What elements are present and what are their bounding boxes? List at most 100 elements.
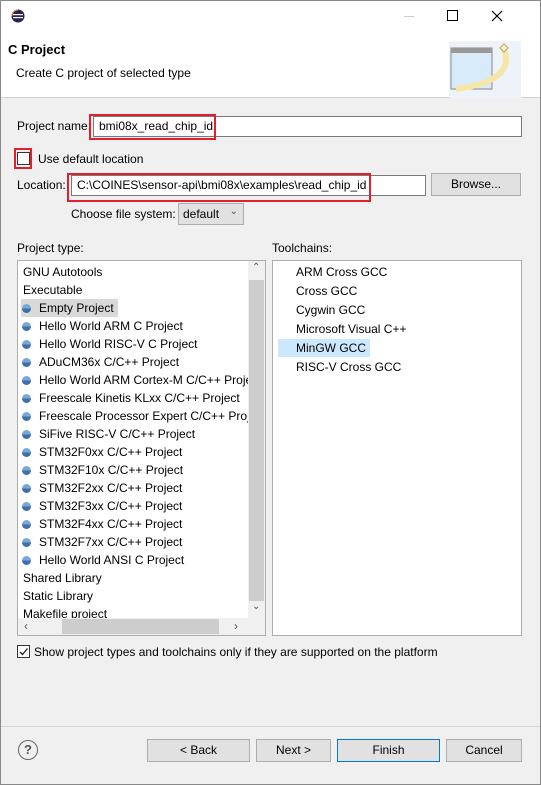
toolchain-item[interactable]: Cross GCC bbox=[278, 282, 361, 300]
scrollbar-thumb[interactable] bbox=[249, 280, 264, 601]
project-type-label: Project type: bbox=[17, 241, 84, 255]
toolchain-item[interactable]: MinGW GCC bbox=[278, 339, 370, 357]
title-bar bbox=[1, 1, 540, 31]
project-type-item[interactable]: Freescale Kinetis KLxx C/C++ Project bbox=[21, 389, 240, 407]
project-type-item-label: Hello World ANSI C Project bbox=[39, 553, 185, 567]
project-template-icon bbox=[22, 484, 31, 493]
location-label: Location: bbox=[17, 178, 66, 192]
project-type-item-label: STM32F3xx C/C++ Project bbox=[39, 499, 183, 513]
project-template-icon bbox=[22, 322, 31, 331]
vertical-scrollbar[interactable]: ⌃ ⌄ bbox=[248, 261, 265, 619]
highlight-box bbox=[14, 148, 32, 169]
project-type-item-label: ADuCM36x C/C++ Project bbox=[39, 355, 180, 369]
project-template-icon bbox=[22, 340, 31, 349]
finish-button[interactable]: Finish bbox=[337, 739, 440, 762]
filesystem-value: default bbox=[183, 207, 220, 221]
project-type-item-label: STM32F4xx C/C++ Project bbox=[39, 517, 183, 531]
project-type-item-label: Empty Project bbox=[39, 301, 114, 315]
project-type-item[interactable]: STM32F4xx C/C++ Project bbox=[21, 515, 182, 533]
divider bbox=[1, 726, 540, 727]
project-type-item[interactable]: Shared Library bbox=[21, 569, 102, 587]
project-template-icon bbox=[22, 304, 31, 313]
eclipse-icon bbox=[11, 9, 25, 23]
scroll-down-icon[interactable]: ⌄ bbox=[252, 601, 260, 612]
horizontal-scrollbar[interactable]: ‹ › bbox=[18, 618, 265, 635]
project-template-icon bbox=[22, 538, 31, 547]
project-type-item-label: GNU Autotools bbox=[23, 265, 103, 279]
project-template-icon bbox=[22, 430, 31, 439]
project-template-icon bbox=[22, 466, 31, 475]
project-type-item[interactable]: Executable bbox=[21, 281, 82, 299]
project-template-icon bbox=[22, 502, 31, 511]
toolchain-item[interactable]: ARM Cross GCC bbox=[278, 263, 391, 281]
toolchain-item[interactable]: Microsoft Visual C++ bbox=[278, 320, 411, 338]
scrollbar-thumb[interactable] bbox=[62, 619, 219, 634]
project-template-icon bbox=[22, 520, 31, 529]
project-type-item-label: Hello World RISC-V C Project bbox=[39, 337, 198, 351]
project-template-icon bbox=[22, 376, 31, 385]
toolchain-item[interactable]: RISC-V Cross GCC bbox=[278, 358, 405, 376]
toolchains-label: Toolchains: bbox=[272, 241, 333, 255]
scroll-left-icon[interactable]: ‹ bbox=[24, 619, 28, 633]
project-type-item-label: STM32F0xx C/C++ Project bbox=[39, 445, 183, 459]
project-name-label: Project name: bbox=[17, 119, 92, 133]
project-type-item[interactable]: GNU Autotools bbox=[21, 263, 102, 281]
toolchains-list[interactable]: ARM Cross GCC Cross GCC Cygwin GCC Microsof… bbox=[272, 260, 522, 636]
project-template-icon bbox=[22, 358, 31, 367]
project-type-item-label: STM32F7xx C/C++ Project bbox=[39, 535, 183, 549]
project-type-item-label: STM32F2xx C/C++ Project bbox=[39, 481, 183, 495]
project-type-item-label: Shared Library bbox=[23, 571, 102, 585]
project-type-item[interactable]: STM32F2xx C/C++ Project bbox=[21, 479, 182, 497]
wizard-header: C Project Create C project of selected t… bbox=[1, 31, 540, 98]
page-subtitle: Create C project of selected type bbox=[16, 66, 191, 80]
project-type-item[interactable]: ADuCM36x C/C++ Project bbox=[21, 353, 179, 371]
help-icon[interactable]: ? bbox=[18, 740, 38, 760]
project-type-item[interactable]: STM32F3xx C/C++ Project bbox=[21, 497, 182, 515]
back-button[interactable]: < Back bbox=[147, 739, 250, 762]
project-type-item[interactable]: Empty Project bbox=[21, 299, 118, 317]
project-type-item-label: Freescale Processor Expert C/C++ Project bbox=[39, 409, 266, 423]
project-type-item[interactable]: STM32F10x C/C++ Project bbox=[21, 461, 183, 479]
highlight-box bbox=[67, 173, 371, 202]
checkmark-icon bbox=[19, 648, 28, 656]
project-type-item[interactable]: Static Library bbox=[21, 587, 93, 605]
close-icon[interactable] bbox=[491, 10, 503, 22]
project-template-icon bbox=[22, 412, 31, 421]
project-type-item-label: Hello World ARM Cortex-M C/C++ Project bbox=[39, 373, 262, 387]
new-project-wizard-icon bbox=[449, 41, 521, 98]
project-type-list[interactable]: GNU Autotools Executable Empty Project Hell… bbox=[17, 260, 266, 636]
project-type-item[interactable]: Hello World RISC-V C Project bbox=[21, 335, 197, 353]
scroll-up-icon[interactable]: ⌃ bbox=[252, 262, 260, 273]
browse-button[interactable]: Browse... bbox=[431, 173, 521, 196]
use-default-location-label: Use default location bbox=[38, 152, 144, 166]
scroll-right-icon[interactable]: › bbox=[234, 619, 238, 633]
project-type-item-label: Hello World ARM C Project bbox=[39, 319, 183, 333]
project-type-item-label: Executable bbox=[23, 283, 83, 297]
maximize-button[interactable] bbox=[447, 10, 458, 21]
project-template-icon bbox=[22, 448, 31, 457]
project-type-item[interactable]: Hello World ANSI C Project bbox=[21, 551, 184, 569]
project-type-item-label: Static Library bbox=[23, 589, 94, 603]
project-type-item-label: SiFive RISC-V C/C++ Project bbox=[39, 427, 196, 441]
filesystem-select[interactable]: default ⌄ bbox=[178, 203, 244, 225]
project-type-item-label: Freescale Kinetis KLxx C/C++ Project bbox=[39, 391, 240, 405]
chevron-down-icon: ⌄ bbox=[229, 206, 238, 217]
minimize-button[interactable] bbox=[404, 16, 414, 17]
filesystem-label: Choose file system: bbox=[71, 207, 176, 221]
cancel-button[interactable]: Cancel bbox=[446, 739, 522, 762]
toolchain-item[interactable]: Cygwin GCC bbox=[278, 301, 369, 319]
filter-checkbox[interactable] bbox=[17, 645, 30, 658]
project-type-item-label: STM32F10x C/C++ Project bbox=[39, 463, 184, 477]
project-type-item[interactable]: STM32F7xx C/C++ Project bbox=[21, 533, 182, 551]
project-type-item[interactable]: Hello World ARM Cortex-M C/C++ Project bbox=[21, 371, 262, 389]
project-template-icon bbox=[22, 556, 31, 565]
filter-label: Show project types and toolchains only i… bbox=[34, 645, 438, 659]
next-button[interactable]: Next > bbox=[256, 739, 331, 762]
project-template-icon bbox=[22, 394, 31, 403]
project-type-item[interactable]: SiFive RISC-V C/C++ Project bbox=[21, 425, 195, 443]
project-type-item[interactable]: STM32F0xx C/C++ Project bbox=[21, 443, 182, 461]
page-title: C Project bbox=[8, 42, 66, 57]
highlight-box bbox=[89, 114, 216, 140]
project-type-item[interactable]: Hello World ARM C Project bbox=[21, 317, 183, 335]
project-type-item[interactable]: Freescale Processor Expert C/C++ Project bbox=[21, 407, 266, 425]
